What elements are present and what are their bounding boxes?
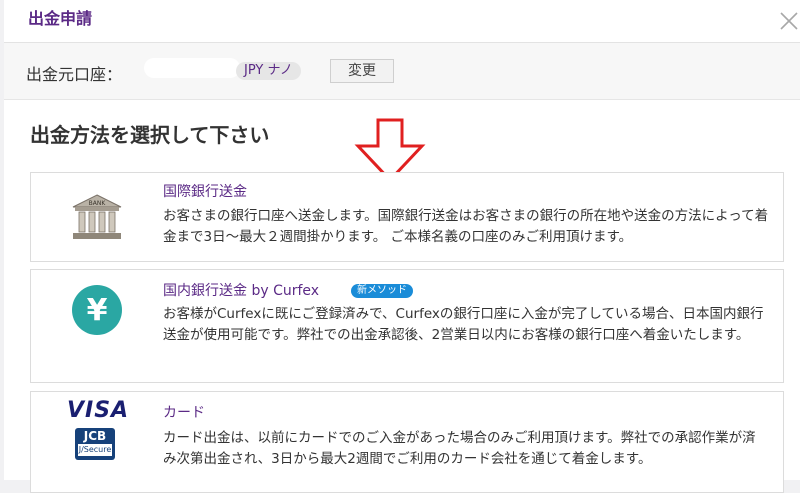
modal-title: 出金申請 bbox=[28, 9, 93, 28]
yen-icon: ¥ bbox=[72, 285, 122, 335]
method-description: お客さまの銀行口座へ送金します。国際銀行送金はお客さまの銀行の所在地や送金の方法… bbox=[163, 208, 769, 245]
section-title: 出金方法を選択して下さい bbox=[30, 123, 270, 147]
method-card-card[interactable]: VISA JCB J/Secure カード カード出金は、以前にカードでのご入金… bbox=[30, 391, 784, 493]
close-icon[interactable] bbox=[778, 10, 800, 32]
new-method-badge: 新メソッド bbox=[351, 284, 413, 298]
yen-icon-text: ¥ bbox=[87, 293, 108, 328]
method-title: 国際銀行送金 bbox=[163, 184, 247, 200]
masked-account-number bbox=[144, 58, 240, 78]
jcb-logo: JCB J/Secure bbox=[75, 428, 115, 460]
bank-icon: BANK bbox=[72, 194, 122, 239]
method-card-international-bank[interactable]: BANK 国際銀行送金 お客さまの銀行口座へ送金します。国際銀行送金はお客さまの… bbox=[30, 172, 784, 262]
method-card-domestic-bank-curfex[interactable]: ¥ 国内銀行送金 by Curfex 新メソッド お客様がCurfexに既にご登… bbox=[30, 269, 784, 383]
account-currency-tag: JPY ナノ bbox=[236, 62, 301, 80]
method-description: お客様がCurfexに既にご登録済みで、Curfexの銀行口座に入金が完了してい… bbox=[163, 306, 764, 343]
withdrawal-modal: 出金申請 出金元口座： JPY ナノ 変更 出金方法を選択して下さい BANK … bbox=[4, 0, 800, 493]
change-account-button[interactable]: 変更 bbox=[330, 59, 394, 83]
jcb-secure-text: J/Secure bbox=[78, 444, 112, 456]
source-account-label: 出金元口座： bbox=[26, 65, 123, 84]
method-title: 国内銀行送金 by Curfex bbox=[163, 283, 320, 299]
bank-icon-text: BANK bbox=[89, 200, 107, 207]
visa-logo: VISA bbox=[67, 398, 130, 423]
method-title: カード bbox=[163, 405, 205, 421]
source-account-row: 出金元口座： bbox=[4, 43, 800, 100]
modal-header: 出金申請 bbox=[4, 0, 800, 43]
method-description: カード出金は、以前にカードでのご入金があった場合のみご利用頂けます。弊社での承認… bbox=[163, 430, 756, 467]
jcb-logo-text: JCB bbox=[83, 429, 107, 443]
